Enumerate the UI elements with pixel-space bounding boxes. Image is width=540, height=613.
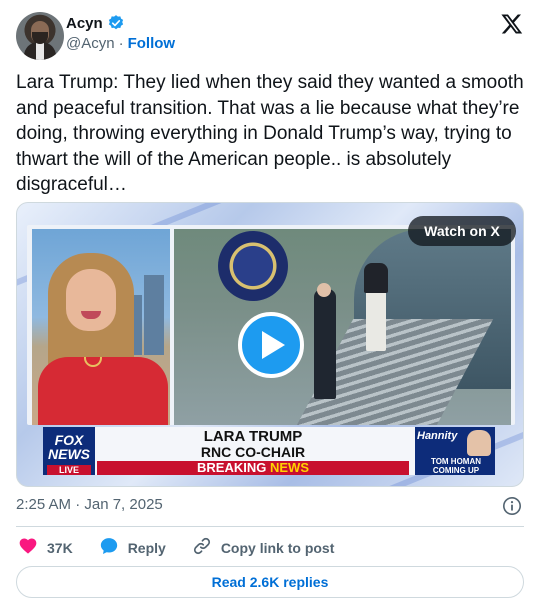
read-replies-button[interactable]: Read 2.6K replies [16, 566, 524, 598]
play-icon [262, 331, 285, 359]
heart-icon [18, 536, 38, 559]
like-button[interactable]: 37K [18, 536, 73, 559]
reply-button[interactable]: Reply [99, 536, 166, 559]
promo-box: Hannity TOM HOMAN COMING UP [415, 427, 495, 475]
network-logo-line2: NEWS [48, 446, 90, 462]
promo-status: COMING UP [432, 466, 480, 475]
promo-show-title: Hannity [417, 430, 458, 442]
live-badge: LIVE [47, 465, 91, 475]
avatar-shirt [36, 42, 44, 60]
news-label: NEWS [269, 460, 309, 475]
person-head [317, 283, 331, 297]
copy-link-label: Copy link to post [220, 539, 335, 556]
post-timestamp[interactable]: 2:25 AM · Jan 7, 2025 [16, 496, 163, 513]
reply-bubble-icon [99, 536, 119, 559]
promo-guest-name: TOM HOMAN [430, 457, 482, 466]
chyron-name: LARA TRUMP [203, 428, 303, 445]
network-logo-line1: FOX [54, 432, 84, 448]
verified-badge-icon [107, 14, 125, 32]
divider [16, 526, 524, 527]
promo-guest-face [467, 430, 491, 456]
play-button[interactable] [238, 312, 304, 378]
watch-on-x-button[interactable]: Watch on X [408, 216, 516, 246]
breaking-label: BREAKING [197, 460, 267, 475]
tweet-text: Lara Trump: They lied when they said the… [16, 72, 524, 195]
speaker-face [66, 269, 116, 331]
copy-link-button[interactable]: Copy link to post [192, 536, 335, 559]
breaking-news-banner: BREAKING NEWS [97, 461, 409, 475]
promo-guest: TOM HOMAN COMING UP [421, 457, 491, 475]
reply-label: Reply [127, 539, 166, 556]
author-handle-row: @Acyn · Follow [66, 35, 175, 52]
person-jacket [364, 263, 388, 293]
author-handle[interactable]: @Acyn [66, 35, 115, 52]
footage-panel [174, 229, 511, 425]
video-player[interactable]: FOX NEWS LIVE LARA TRUMP RNC CO-CHAIR BR… [16, 202, 524, 487]
presidential-seal-icon [218, 231, 288, 301]
chyron-role: RNC CO-CHAIR [200, 444, 306, 460]
person-figure [314, 289, 336, 399]
separator-dot: · [118, 35, 124, 52]
author-display-name[interactable]: Acyn [66, 15, 103, 32]
follow-button[interactable]: Follow [128, 35, 176, 52]
like-count: 37K [47, 539, 73, 556]
avatar[interactable] [16, 12, 64, 60]
speaker-top [38, 357, 168, 425]
x-logo-icon[interactable] [500, 12, 524, 36]
skyline-building [144, 275, 164, 355]
info-icon[interactable] [502, 496, 522, 516]
author-name-row: Acyn [66, 14, 125, 32]
action-bar: 37K Reply Copy link to post [16, 536, 334, 559]
tweet-card: Acyn @Acyn · Follow Lara Trump: They lie… [0, 0, 540, 613]
speaker-panel [32, 229, 170, 425]
link-icon [192, 536, 212, 559]
